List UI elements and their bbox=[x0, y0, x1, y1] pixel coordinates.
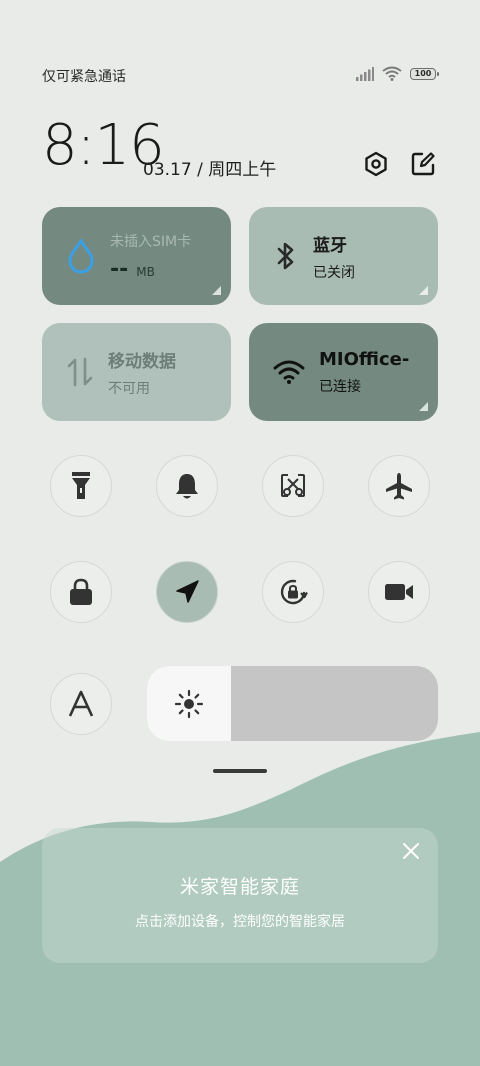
rotation-lock-icon bbox=[280, 579, 308, 605]
expand-corner-icon bbox=[419, 402, 428, 411]
edit-icon[interactable] bbox=[409, 150, 437, 178]
wifi-ssid: MIOffice- bbox=[319, 348, 410, 370]
mijia-title: 米家智能家庭 bbox=[179, 876, 300, 898]
signal-icon bbox=[356, 66, 374, 81]
font-size-icon bbox=[68, 690, 94, 717]
mobile-data-tile[interactable]: 移动数据 不可用 bbox=[42, 323, 231, 421]
font-size-toggle[interactable] bbox=[50, 673, 112, 735]
wifi-icon bbox=[273, 360, 305, 384]
airplane-icon bbox=[386, 473, 412, 500]
lock-screen-toggle[interactable] bbox=[50, 561, 112, 623]
settings-icon[interactable] bbox=[362, 150, 390, 178]
expand-corner-icon bbox=[212, 286, 221, 295]
location-icon bbox=[176, 580, 199, 603]
video-camera-icon bbox=[385, 584, 413, 600]
sun-icon bbox=[174, 689, 204, 718]
bluetooth-icon bbox=[277, 242, 294, 270]
date: 03.17 / 周四上午 bbox=[143, 160, 277, 180]
mobile-data-icon bbox=[67, 357, 93, 387]
wifi-tile[interactable]: MIOffice- 已连接 bbox=[249, 323, 438, 421]
flashlight-toggle[interactable] bbox=[50, 455, 112, 517]
airplane-mode-toggle[interactable] bbox=[368, 455, 430, 517]
bell-icon bbox=[176, 474, 198, 499]
mobile-data-status: 不可用 bbox=[108, 380, 150, 397]
carrier-status: 仅可紧急通话 bbox=[42, 69, 126, 85]
location-toggle[interactable] bbox=[156, 561, 218, 623]
bluetooth-status: 已关闭 bbox=[313, 264, 355, 281]
status-icons: 100 bbox=[356, 66, 439, 81]
mijia-subtitle: 点击添加设备，控制您的智能家居 bbox=[135, 914, 345, 930]
auto-rotate-toggle[interactable] bbox=[262, 561, 324, 623]
wifi-status-icon bbox=[382, 66, 402, 81]
screen-record-toggle[interactable] bbox=[368, 561, 430, 623]
screenshot-toggle[interactable] bbox=[262, 455, 324, 517]
brightness-slider[interactable] bbox=[147, 666, 438, 741]
data-usage-unit: MB bbox=[136, 264, 155, 279]
flashlight-icon bbox=[72, 472, 90, 499]
sim-data-tile[interactable]: 未插入SIM卡 -- MB bbox=[42, 207, 231, 305]
bluetooth-title: 蓝牙 bbox=[313, 235, 347, 256]
brightness-level bbox=[147, 666, 231, 741]
lock-icon bbox=[70, 578, 92, 605]
water-drop-icon bbox=[68, 238, 94, 274]
battery-icon: 100 bbox=[410, 67, 439, 80]
mobile-data-title: 移动数据 bbox=[108, 351, 176, 372]
wifi-status: 已连接 bbox=[319, 378, 361, 395]
mijia-card[interactable]: 米家智能家庭 点击添加设备，控制您的智能家居 bbox=[42, 828, 438, 963]
ring-mode-toggle[interactable] bbox=[156, 455, 218, 517]
pull-handle[interactable] bbox=[213, 769, 267, 773]
screenshot-icon bbox=[281, 474, 305, 497]
sim-status-label: 未插入SIM卡 bbox=[110, 233, 192, 250]
data-usage-value: -- bbox=[110, 256, 129, 282]
bluetooth-tile[interactable]: 蓝牙 已关闭 bbox=[249, 207, 438, 305]
expand-corner-icon bbox=[419, 286, 428, 295]
close-icon[interactable] bbox=[400, 840, 422, 862]
